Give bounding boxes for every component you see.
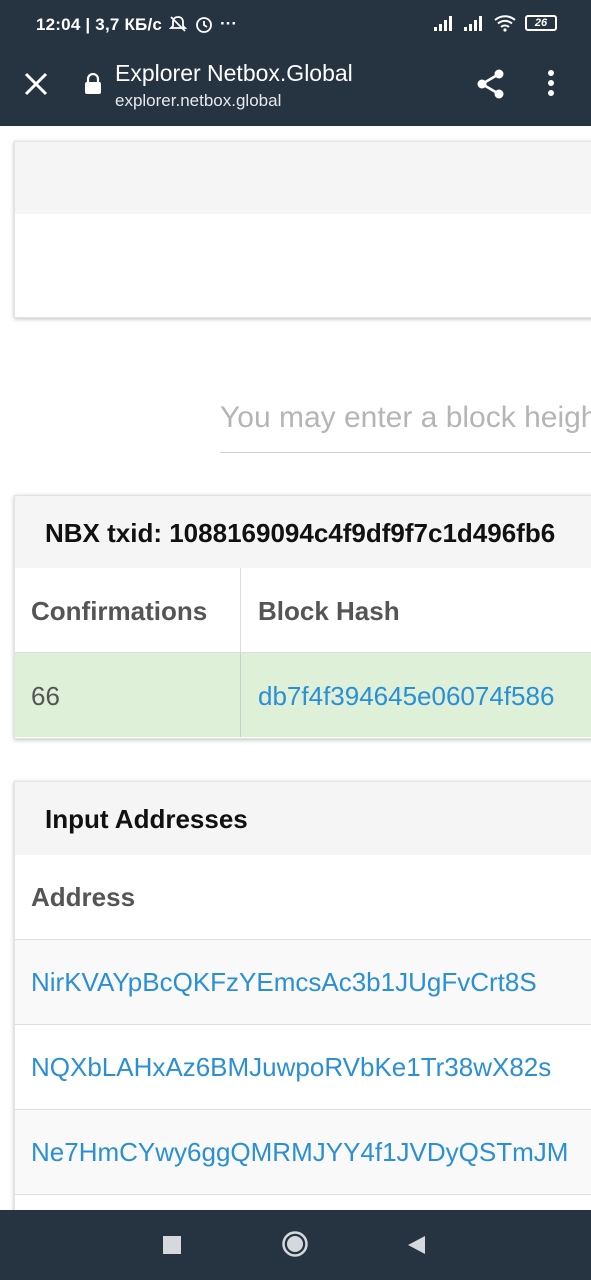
table-row: Ne7HmCYwy6ggQMRMJYY4f1JVDyQSTmJM [15,1110,591,1195]
share-icon[interactable] [476,68,506,100]
wifi-icon [494,15,516,32]
search-input[interactable]: You may enter a block height, block hash… [220,385,591,453]
table-row: 66 db7f4f394645e06074f586 [15,653,591,737]
page-title: Explorer Netbox.Global [115,60,353,86]
lock-icon [85,73,101,94]
tx-panel: NBX txid: 1088169094c4f9df9f7c1d496fb6 C… [14,495,591,739]
column-divider [240,568,241,652]
tx-table-header: Confirmations Block Hash [15,568,591,653]
browser-app-bar: Explorer Netbox.Global explorer.netbox.g… [0,50,591,126]
page-url[interactable]: explorer.netbox.global [115,91,281,111]
home-icon[interactable] [281,1230,309,1258]
table-row: NirKVAYpBcQKFzYEmcsAc3b1JUgFvCrt8S [15,940,591,1025]
column-block-hash: Block Hash [258,596,400,626]
battery-icon: 26 [525,15,557,31]
alarm-icon [196,17,212,33]
column-confirmations: Confirmations [31,596,208,626]
input-addresses-panel: Input Addresses Address NirKVAYpBcQKFzYE… [14,781,591,1243]
address-link[interactable]: NQXbLAHxAz6BMJuwpoRVbKe1Tr38wX82s [31,1052,551,1083]
more-vert-icon[interactable] [546,68,556,98]
address-link[interactable]: NirKVAYpBcQKFzYEmcsAc3b1JUgFvCrt8S [31,967,537,998]
confirmations-value: 66 [31,681,60,711]
inputs-panel-header: Input Addresses [15,782,591,855]
address-table-header: Address [15,855,591,940]
table-row: NQXbLAHxAz6BMJuwpoRVbKe1Tr38wX82s [15,1025,591,1110]
status-time: 12:04 | 3,7 КБ/с [36,15,163,34]
system-nav-bar [0,1210,591,1280]
tx-title: NBX txid: 1088169094c4f9df9f7c1d496fb6 [45,518,556,548]
block-hash-link[interactable]: db7f4f394645e06074f586 [258,681,554,712]
recents-icon[interactable] [163,1236,181,1254]
column-address: Address [31,882,136,912]
close-icon[interactable] [22,70,50,98]
mute-icon [168,16,188,32]
tx-panel-header: NBX txid: 1088169094c4f9df9f7c1d496fb6 [15,496,591,568]
search-placeholder: You may enter a block height, block hash… [220,401,591,434]
back-icon[interactable] [405,1234,427,1256]
address-link[interactable]: Ne7HmCYwy6ggQMRMJYY4f1JVDyQSTmJM [31,1137,568,1168]
card-header [15,142,591,214]
signal-icon [464,16,482,31]
more-dots-icon: ··· [220,14,237,33]
header-card [14,141,591,318]
column-divider [240,653,241,737]
status-bar: 12:04 | 3,7 КБ/с ··· 26 [0,0,591,50]
signal-icon [434,16,452,31]
inputs-title: Input Addresses [45,804,248,834]
